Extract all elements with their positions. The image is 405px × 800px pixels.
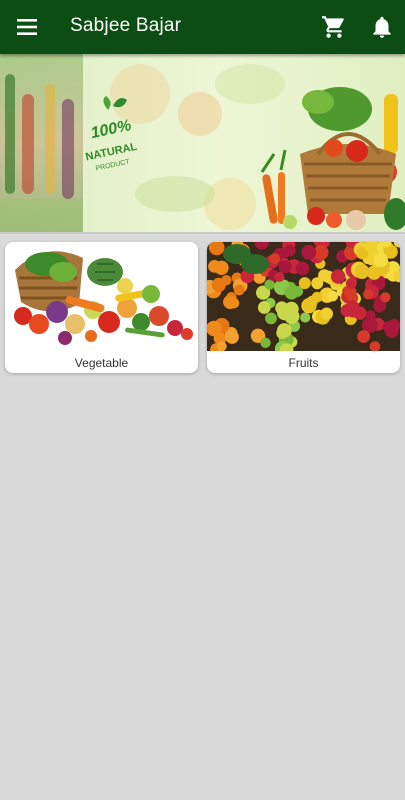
promo-banner[interactable]: 100% NATURAL PRODUCT (0, 54, 405, 232)
app-title: Sabjee Bajar (70, 15, 182, 36)
fruit-decoration (345, 300, 360, 316)
fruit-decoration (277, 305, 293, 321)
fruit-decoration (216, 341, 227, 351)
fruit-decoration (298, 277, 311, 290)
fruit-decoration (365, 310, 376, 321)
fruit-decoration (327, 290, 338, 302)
category-label: Fruits (288, 356, 319, 370)
fruit-stall-image (207, 242, 400, 351)
fruit-decoration (269, 253, 281, 264)
category-card-fruits[interactable]: Fruits (207, 242, 400, 373)
banner-artwork: 100% NATURAL PRODUCT (0, 54, 405, 232)
notifications-button[interactable] (369, 14, 395, 40)
app-bar: Sabjee Bajar (0, 0, 405, 54)
banner-divider (0, 232, 405, 234)
menu-icon (17, 19, 37, 35)
category-label: Vegetable (74, 356, 129, 370)
fruit-decoration (363, 289, 374, 300)
bell-icon (373, 16, 391, 38)
fruit-decoration (264, 279, 275, 290)
cart-button[interactable] (321, 14, 347, 40)
fruit-decoration (373, 252, 389, 268)
fruit-decoration (382, 321, 394, 333)
fruit-decoration (301, 244, 317, 260)
fruit-decoration (211, 277, 226, 292)
fruit-decoration (345, 278, 357, 289)
fruit-decoration (241, 254, 269, 274)
menu-button[interactable] (14, 15, 40, 39)
vegetable-basket-image (5, 242, 198, 351)
fruit-decoration (214, 260, 229, 275)
fruit-decoration (311, 277, 324, 290)
fruit-decoration (260, 337, 271, 348)
cart-icon (322, 16, 344, 38)
fruit-decoration (278, 259, 292, 274)
category-card-vegetable[interactable]: Vegetable (5, 242, 198, 373)
fruit-decoration (284, 285, 299, 300)
fruit-decoration (257, 301, 271, 314)
fruit-decoration (330, 269, 346, 284)
fruit-decoration (320, 307, 333, 321)
fruit-decoration (357, 330, 370, 343)
fruit-decoration (223, 295, 238, 309)
fruit-decoration (380, 292, 391, 303)
fruit-decoration (277, 323, 292, 338)
fruit-decoration (274, 272, 285, 282)
fruit-decoration (233, 284, 245, 296)
fruit-decoration (311, 291, 323, 303)
fruit-decoration (295, 261, 310, 276)
fruit-decoration (300, 312, 311, 323)
fruit-decoration (225, 330, 239, 344)
fruit-decoration (354, 264, 370, 279)
fruit-decoration (283, 244, 296, 257)
fruit-decoration (265, 312, 277, 325)
